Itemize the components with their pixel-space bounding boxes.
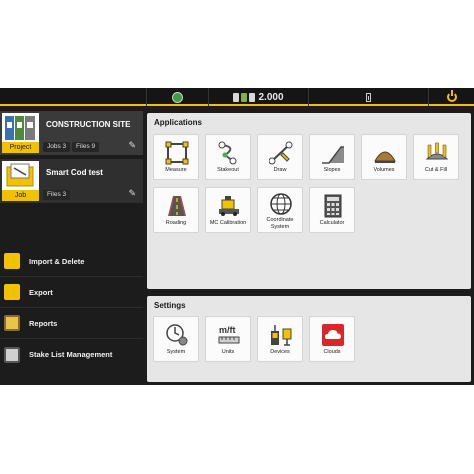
edit-project-icon[interactable]: ✎ [128, 140, 136, 151]
volumes-tile[interactable]: Volumes [361, 134, 407, 180]
applications-panel: Applications Measure Stakeout Draw Slope… [147, 113, 471, 289]
clouds-label: Clouds [323, 349, 341, 355]
units-tile[interactable]: m/ft Units [205, 316, 251, 362]
coordinate-system-label: Coordinate System [266, 217, 294, 230]
project-tag: Project [2, 142, 39, 153]
calculator-icon [324, 194, 342, 218]
draw-tile[interactable]: Draw [257, 134, 303, 180]
stake-list-label: Stake List Management [29, 350, 113, 359]
slopes-tile[interactable]: Slopes [309, 134, 355, 180]
devices-tile[interactable]: Devices [257, 316, 303, 362]
roading-tile[interactable]: Roading [153, 187, 199, 233]
rover-icon [233, 92, 240, 102]
satellite-icon [241, 92, 248, 102]
stake-list-item[interactable]: Stake List Management [0, 339, 143, 370]
app-screen: 2.000 Project CONSTRUCTION SITE Jobs 3 F… [0, 88, 474, 385]
settings-panel: Settings System m/ft Units Devices Cloud… [147, 296, 471, 382]
volumes-label: Volumes [373, 167, 395, 173]
svg-text:m/ft: m/ft [219, 325, 236, 335]
system-tile[interactable]: System [153, 316, 199, 362]
coordinate-system-icon [270, 193, 292, 215]
export-item[interactable]: Export [0, 277, 143, 308]
clouds-tile[interactable]: Clouds [309, 316, 355, 362]
measure-tile[interactable]: Measure [153, 134, 199, 180]
system-icon [166, 324, 188, 346]
battery-icon [366, 92, 371, 102]
import-delete-item[interactable]: Import & Delete [0, 246, 143, 277]
jobs-chip[interactable]: Jobs 3 [43, 142, 71, 152]
mc-calibration-tile[interactable]: MC Calibration [205, 187, 251, 233]
job-files-chip[interactable]: Files 3 [43, 190, 71, 200]
slopes-icon [322, 146, 344, 164]
clouds-icon [322, 324, 344, 346]
reports-item[interactable]: Reports [0, 308, 143, 339]
export-icon [4, 284, 20, 300]
binders-icon [5, 116, 35, 140]
job-title: Smart Cod test [46, 168, 103, 177]
gnss-status[interactable]: 2.000 [208, 88, 308, 106]
power-icon [446, 90, 457, 102]
export-label: Export [29, 287, 53, 297]
measure-icon [165, 141, 189, 165]
calculator-label: Calculator [319, 220, 345, 226]
stakeout-tile[interactable]: Stakeout [205, 134, 251, 180]
job-card[interactable]: Job Smart Cod test Files 3 ✎ [0, 159, 143, 203]
devices-label: Devices [270, 349, 290, 355]
job-tag: Job [2, 190, 39, 201]
system-label: System [166, 349, 186, 355]
battery-status[interactable] [308, 88, 428, 106]
draw-icon [269, 141, 293, 165]
globe-icon [172, 91, 183, 103]
reports-label: Reports [29, 318, 58, 328]
applications-title: Applications [154, 118, 203, 127]
devices-icon [271, 325, 292, 346]
stake-list-icon [4, 346, 20, 363]
slopes-label: Slopes [323, 167, 341, 173]
coordinate-system-tile[interactable]: Coordinate System [257, 187, 303, 233]
edit-job-icon[interactable]: ✎ [128, 188, 136, 199]
gnss-icons [233, 92, 256, 102]
connection-status[interactable] [146, 88, 208, 106]
main-content: Applications Measure Stakeout Draw Slope… [145, 108, 474, 385]
mc-calibration-icon [219, 196, 239, 216]
project-files-chip[interactable]: Files 9 [72, 142, 100, 152]
import-icon [4, 253, 20, 269]
import-delete-label: Import & Delete [29, 256, 85, 266]
measure-label: Measure [165, 167, 187, 173]
project-card[interactable]: Project CONSTRUCTION SITE Jobs 3 Files 9… [0, 111, 143, 155]
units-icon: m/ft [218, 325, 240, 344]
gnss-value: 2.000 [258, 91, 284, 103]
project-thumbnail: Project [2, 113, 39, 153]
volumes-icon [374, 151, 396, 163]
settings-title: Settings [154, 301, 186, 310]
roading-label: Roading [165, 220, 187, 226]
radio-icon [249, 92, 256, 102]
job-thumbnail: Job [2, 161, 39, 201]
stakeout-label: Stakeout [217, 167, 239, 173]
draw-label: Draw [273, 167, 287, 173]
cut-fill-label: Cut & Fill [424, 167, 448, 173]
reports-icon [4, 315, 20, 331]
job-folder-icon [6, 163, 34, 187]
units-label: Units [221, 349, 235, 355]
power-button[interactable] [428, 88, 474, 106]
cut-fill-icon [425, 142, 449, 160]
stakeout-icon [218, 141, 237, 165]
project-title: CONSTRUCTION SITE [46, 120, 131, 129]
roading-icon [168, 195, 186, 217]
status-bar: 2.000 [0, 88, 474, 106]
mc-calibration-label: MC Calibration [209, 220, 247, 226]
cut-fill-tile[interactable]: Cut & Fill [413, 134, 459, 180]
calculator-tile[interactable]: Calculator [309, 187, 355, 233]
